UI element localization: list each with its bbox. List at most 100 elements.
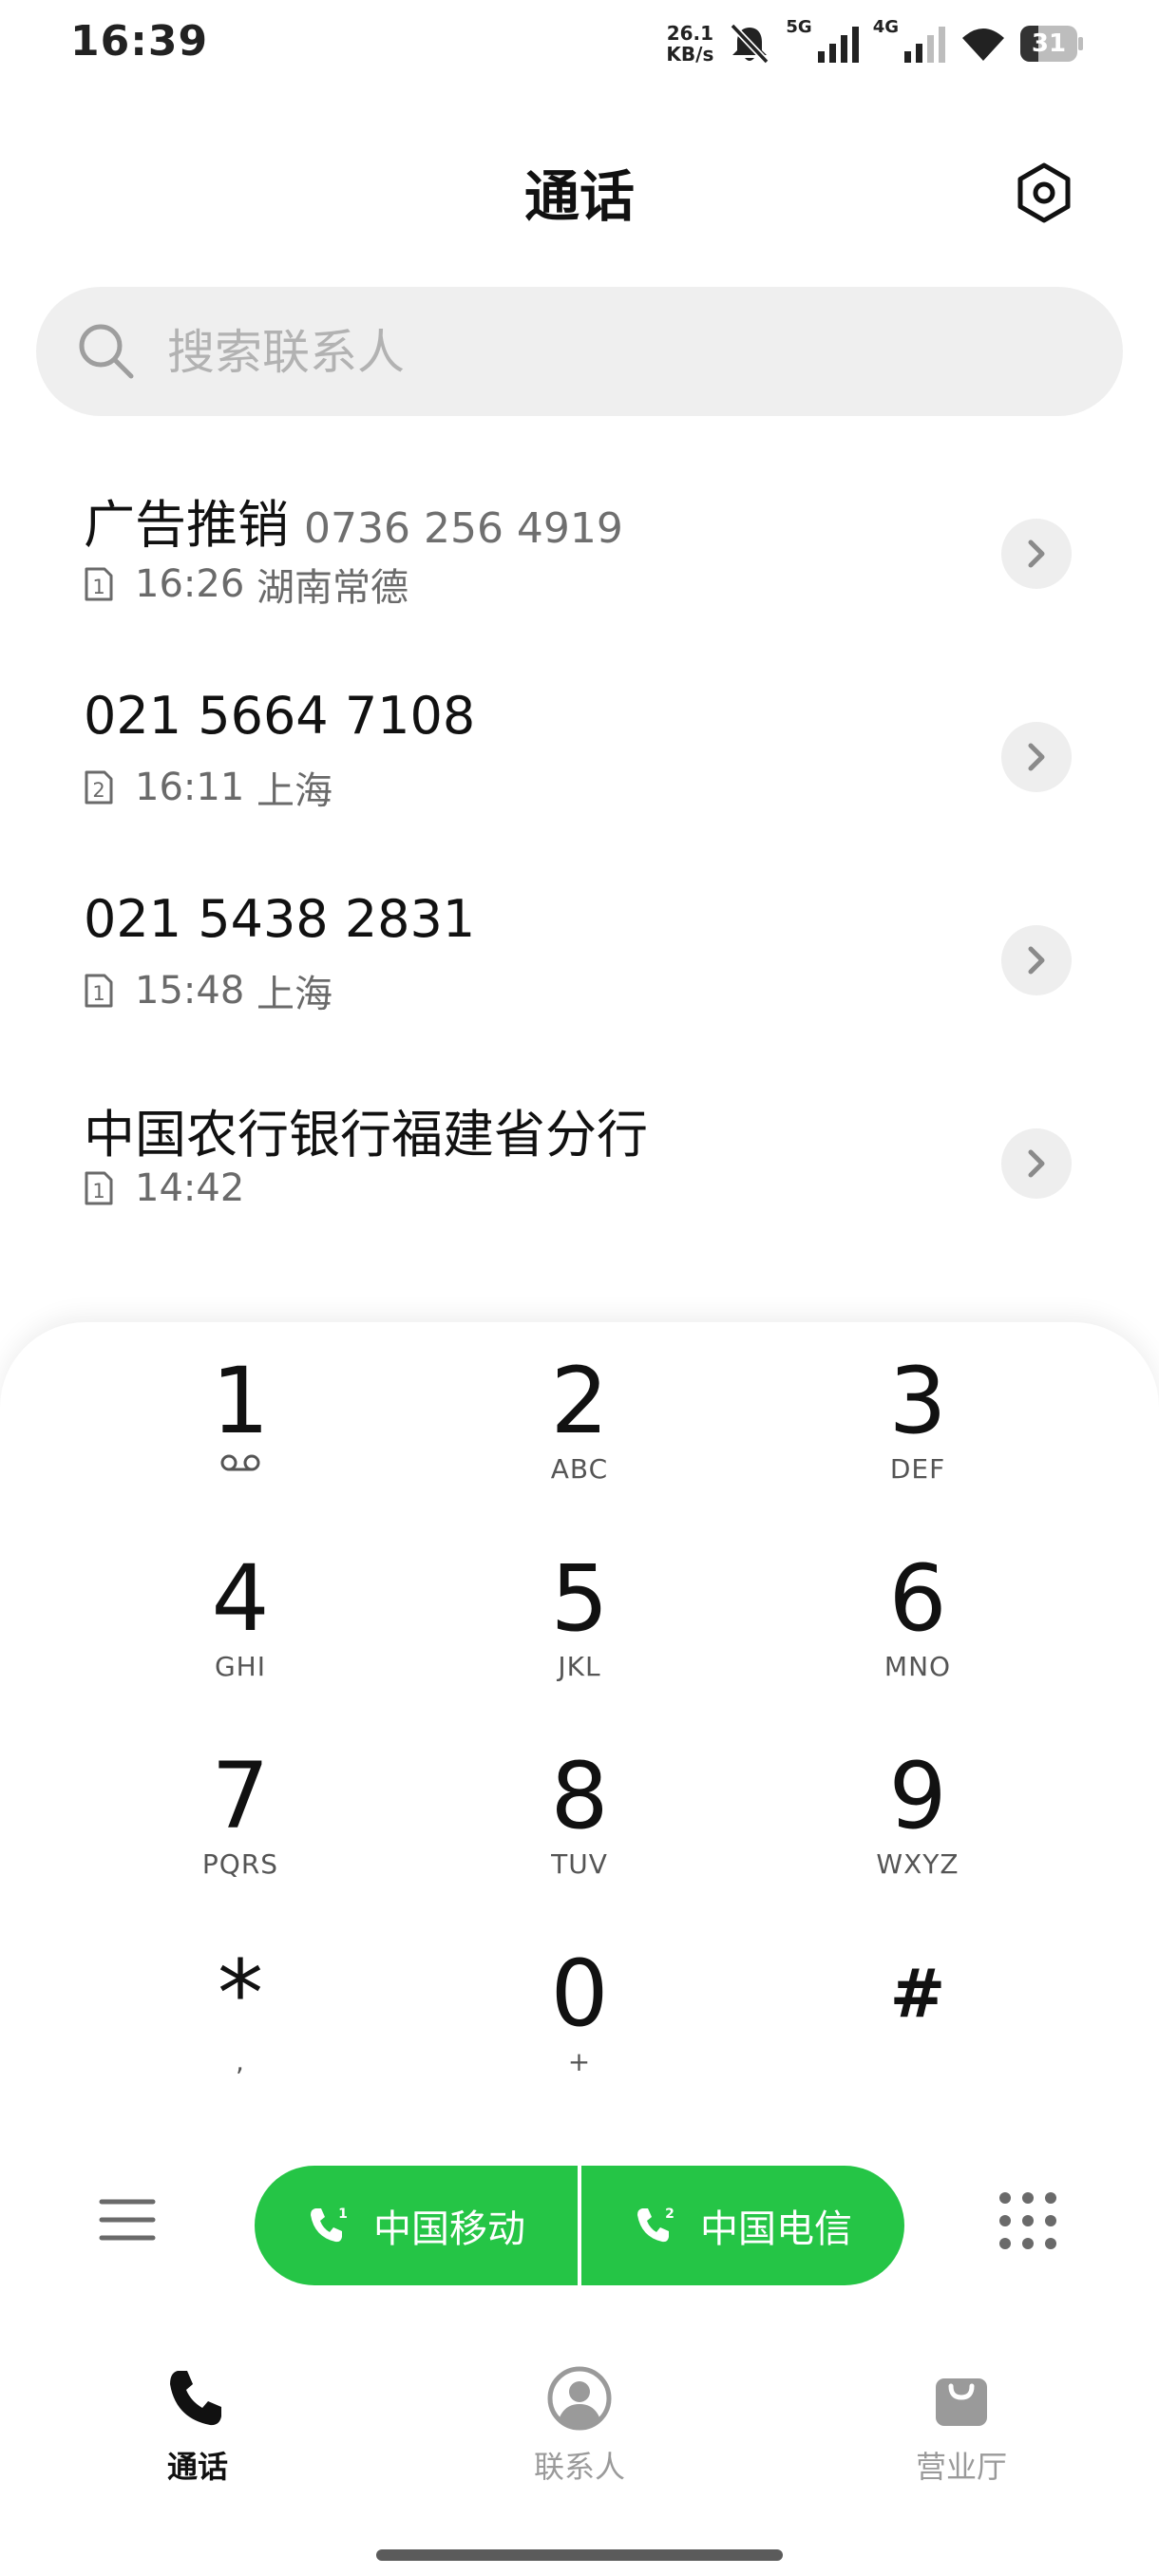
key-letters: TUV bbox=[551, 1848, 608, 1880]
key-digit: 7 bbox=[211, 1743, 270, 1849]
key-digit: 1 bbox=[211, 1348, 270, 1454]
dialpad-key-0[interactable]: 0 + bbox=[437, 1941, 722, 2122]
wifi-icon bbox=[962, 28, 1004, 61]
key-digit: 0 bbox=[550, 1941, 609, 2047]
call-time: 14:42 bbox=[135, 1166, 245, 1210]
key-letters: MNO bbox=[884, 1651, 952, 1682]
call-sim2-label: 中国电信 bbox=[700, 2207, 852, 2251]
key-letters: PQRS bbox=[201, 1848, 279, 1880]
home-indicator[interactable] bbox=[376, 2549, 783, 2561]
contact-number: 0736 256 4919 bbox=[304, 504, 623, 553]
svg-text:2: 2 bbox=[665, 2207, 674, 2222]
contact-name: 广告推销 bbox=[84, 495, 289, 555]
key-letters: + bbox=[567, 2046, 592, 2077]
key-letters: GHI bbox=[214, 1651, 266, 1682]
mute-bell-icon bbox=[730, 23, 770, 65]
call-location: 上海 bbox=[256, 769, 332, 813]
phone-sim1-icon: 1 bbox=[311, 2207, 348, 2243]
phone-icon bbox=[170, 2371, 221, 2426]
person-icon bbox=[547, 2366, 612, 2431]
status-time: 16:39 bbox=[70, 17, 209, 66]
tab-service-hall[interactable]: 营业厅 bbox=[847, 2365, 1075, 2487]
menu-icon[interactable] bbox=[99, 2196, 156, 2244]
shopping-bag-icon bbox=[936, 2378, 987, 2426]
call-sim2-button[interactable]: 2 中国电信 bbox=[581, 2166, 904, 2285]
call-log-row[interactable]: 021 5438 2831 1 15:48 上海 bbox=[0, 861, 1159, 1064]
call-sim1-button[interactable]: 1 中国移动 bbox=[255, 2166, 578, 2285]
search-icon bbox=[79, 324, 134, 379]
dialpad-key-1[interactable]: 1 bbox=[98, 1349, 383, 1529]
key-digit: 6 bbox=[888, 1545, 947, 1652]
signal-4g-icon bbox=[904, 27, 945, 63]
call-location: 湖南常德 bbox=[256, 566, 408, 610]
key-digit: 4 bbox=[211, 1545, 270, 1652]
search-bar[interactable] bbox=[36, 287, 1123, 416]
chevron-right-icon bbox=[1028, 540, 1045, 568]
key-digit: 3 bbox=[888, 1348, 947, 1454]
call-time: 16:11 bbox=[135, 766, 245, 809]
contact-name: 中国农行银行福建省分行 bbox=[84, 1105, 648, 1165]
search-input[interactable] bbox=[165, 313, 1081, 391]
dialpad-key-hash[interactable]: # bbox=[775, 1941, 1060, 2122]
svg-text:1: 1 bbox=[338, 2207, 348, 2222]
tab-calls[interactable]: 通话 bbox=[84, 2365, 312, 2487]
call-button-group: 1 中国移动 2 中国电信 bbox=[255, 2166, 904, 2285]
contact-name: 021 5664 7108 bbox=[84, 686, 476, 746]
key-letters: WXYZ bbox=[876, 1848, 960, 1880]
tab-label: 通话 bbox=[166, 2449, 228, 2485]
network-speed-value: 26.1 bbox=[666, 22, 714, 45]
key-digit: * bbox=[218, 1941, 263, 2047]
call-sim1-label: 中国移动 bbox=[373, 2207, 525, 2251]
key-letters: DEF bbox=[889, 1453, 946, 1485]
key-digit: 9 bbox=[888, 1743, 947, 1849]
network-speed-unit: KB/s bbox=[666, 43, 714, 66]
call-details-button[interactable] bbox=[1001, 722, 1072, 792]
key-digit: 8 bbox=[550, 1743, 609, 1849]
call-log-row[interactable]: 021 5664 7108 2 16:11 上海 bbox=[0, 657, 1159, 861]
voicemail-icon bbox=[220, 1454, 260, 1471]
key-letters: ABC bbox=[550, 1453, 609, 1485]
dialpad-key-8[interactable]: 8 TUV bbox=[437, 1744, 722, 1924]
call-log-row[interactable]: 中国农行银行福建省分行 1 14:42 bbox=[0, 1064, 1159, 1267]
chevron-right-icon bbox=[1028, 743, 1045, 771]
call-location: 上海 bbox=[256, 973, 332, 1016]
tab-label: 联系人 bbox=[533, 2449, 625, 2485]
network-speed: 26.1 KB/s bbox=[666, 23, 713, 65]
sim-number: 1 bbox=[92, 1180, 104, 1203]
sim-number: 1 bbox=[92, 576, 104, 598]
dialpad-key-5[interactable]: 5 JKL bbox=[437, 1546, 722, 1727]
dialpad-key-6[interactable]: 6 MNO bbox=[775, 1546, 1060, 1727]
call-details-button[interactable] bbox=[1001, 519, 1072, 589]
dialpad-key-3[interactable]: 3 DEF bbox=[775, 1349, 1060, 1529]
sim-2-icon: 2 bbox=[85, 770, 113, 805]
call-log-row[interactable]: 广告推销 0736 256 4919 1 16:26 湖南常德 bbox=[0, 454, 1159, 657]
call-log-list: 广告推销 0736 256 4919 1 16:26 湖南常德 021 5664 … bbox=[0, 454, 1159, 1328]
status-bar: 16:39 26.1 KB/s 5G 4G 31 bbox=[0, 0, 1159, 95]
sim-1-icon: 1 bbox=[85, 567, 113, 601]
call-details-button[interactable] bbox=[1001, 925, 1072, 995]
dialpad-key-star[interactable]: * , bbox=[98, 1941, 383, 2122]
network-5g-label: 5G bbox=[786, 17, 812, 37]
dialpad-toggle-icon[interactable] bbox=[998, 2190, 1058, 2251]
dialpad-key-7[interactable]: 7 PQRS bbox=[98, 1744, 383, 1924]
network-4g-label: 4G bbox=[872, 17, 899, 37]
key-digit: 2 bbox=[550, 1348, 609, 1454]
settings-gear-icon[interactable] bbox=[1013, 161, 1075, 224]
phone-sim2-icon: 2 bbox=[637, 2207, 674, 2243]
dialpad-key-9[interactable]: 9 WXYZ bbox=[775, 1744, 1060, 1924]
chevron-right-icon bbox=[1028, 946, 1045, 975]
dialpad-key-4[interactable]: 4 GHI bbox=[98, 1546, 383, 1727]
contact-name: 021 5438 2831 bbox=[84, 889, 476, 949]
key-digit: # bbox=[889, 1955, 946, 2033]
key-letters: , bbox=[236, 2046, 245, 2077]
call-time: 16:26 bbox=[135, 562, 245, 606]
sim-1-icon: 1 bbox=[85, 1171, 113, 1205]
call-details-button[interactable] bbox=[1001, 1128, 1072, 1199]
tab-contacts[interactable]: 联系人 bbox=[466, 2365, 694, 2487]
bottom-nav: 通话 联系人 营业厅 bbox=[0, 2365, 1159, 2517]
key-digit: 5 bbox=[550, 1545, 609, 1652]
dialpad-key-2[interactable]: 2 ABC bbox=[437, 1349, 722, 1529]
status-icons: 26.1 KB/s 5G 4G 31 bbox=[666, 17, 1083, 70]
battery-level: 31 bbox=[1031, 29, 1067, 58]
sim-1-icon: 1 bbox=[85, 974, 113, 1008]
